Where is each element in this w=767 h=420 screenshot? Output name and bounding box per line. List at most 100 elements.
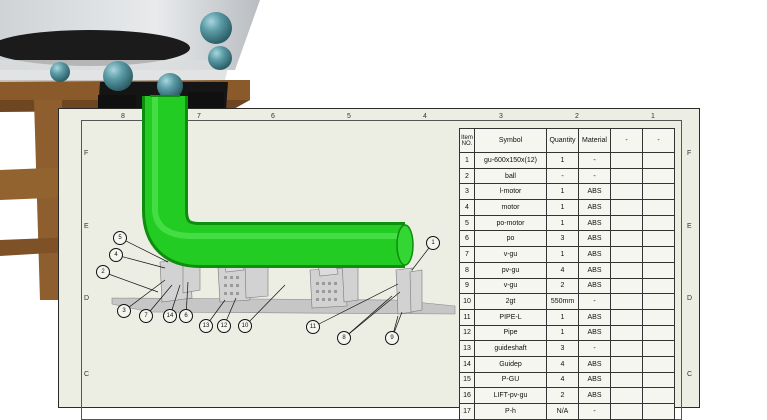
table-row[interactable]: 8 pv-gu 4 ABS [459,261,675,279]
table-row[interactable]: 13 guideshaft 3- [459,340,675,357]
bom-material: ABS [578,246,611,263]
bom-quantity: 2 [546,277,579,295]
table-row[interactable]: 10 2gt 550mm - [459,293,675,310]
balloon-callout[interactable]: 14 [163,309,177,323]
bom-blank [642,293,675,310]
bom-blank [610,277,643,295]
bom-blank [642,261,675,279]
table-row[interactable]: 14 Guidep 4 ABS [459,355,675,373]
bom-blank [642,152,675,169]
table-row[interactable]: 2 ball - - [459,167,675,185]
table-row[interactable]: 6 po 3 ABS [459,230,675,248]
bom-material: - [578,403,611,420]
bom-material: ABS [578,261,611,279]
table-row[interactable]: 9 v-gu 2 ABS [459,277,675,295]
bom-blank [642,183,675,201]
bom-quantity: 550mm [546,293,579,310]
bom-item-number: 9 [459,277,475,295]
bom-quantity: 1 [546,183,579,201]
bom-symbol: P-h [474,403,547,420]
bom-header-material: Material [578,128,611,153]
table-row[interactable]: 15 P-GU 4 ABS [459,371,675,389]
zone-label-top: 6 [271,113,275,120]
bom-blank [610,167,643,185]
bom-blank [610,371,643,389]
bom-item-number: 12 [459,324,475,342]
bom-symbol: P-GU [474,371,547,389]
bom-blank [642,324,675,342]
balloon-callout[interactable]: 13 [199,319,213,333]
bom-symbol: v-gu [474,246,547,263]
bom-material: - [578,167,611,185]
balloon-callout[interactable]: 7 [139,309,153,323]
balloon-callout[interactable]: 6 [179,309,193,323]
balloon-callout[interactable]: 3 [117,304,131,318]
bom-header-quantity: Quantity [546,128,579,153]
bom-material: ABS [578,230,611,248]
bom-blank [610,230,643,248]
bom-symbol: l-motor [474,183,547,201]
cad-viewport[interactable]: 8 7 6 5 4 3 2 1 F E D C F E D C Item NO.… [0,0,767,420]
zone-label-top: 7 [197,113,201,120]
balloon-callout[interactable]: 11 [306,320,320,334]
balloon-callout[interactable]: 9 [385,331,399,345]
table-row[interactable]: 7 v-gu 1 ABS [459,246,675,263]
bom-material: - [578,293,611,310]
bom-material: ABS [578,355,611,373]
bom-header-item: Item NO. [459,128,475,153]
bom-material: ABS [578,214,611,232]
bom-item-number: 14 [459,355,475,373]
table-row[interactable]: 1 gu-600x150x(12) 1- [459,152,675,169]
table-row[interactable]: 17 P-h N/A - [459,403,675,420]
balloon-callout[interactable]: 8 [337,331,351,345]
bom-blank [642,199,675,216]
bom-blank [610,214,643,232]
bom-blank [610,340,643,357]
bom-blank [610,246,643,263]
zone-label-side: E [84,223,89,230]
table-row[interactable]: 16 LIFT-pv-gu 2 ABS [459,387,675,404]
drawing-sheet[interactable]: 8 7 6 5 4 3 2 1 F E D C F E D C Item NO.… [58,108,700,420]
balloon-callout[interactable]: 12 [217,319,231,333]
bom-blank [642,355,675,373]
bom-item-number: 6 [459,230,475,248]
bom-header-symbol: Symbol [474,128,547,153]
bom-item-number: 3 [459,183,475,201]
balloon-callout[interactable]: 4 [109,248,123,262]
bom-symbol: po-motor [474,214,547,232]
bom-blank [610,355,643,373]
table-row[interactable]: 4 motor 1 ABS [459,199,675,216]
bom-blank [642,277,675,295]
bom-symbol: ball [474,167,547,185]
bom-item-number: 8 [459,261,475,279]
bom-item-number: 11 [459,308,475,326]
bom-blank [610,199,643,216]
balloon-callout[interactable]: 5 [113,231,127,245]
bom-symbol: pv-gu [474,261,547,279]
bom-header-blank: - [610,128,643,153]
bom-blank [610,293,643,310]
bom-item-number: 7 [459,246,475,263]
bom-blank [610,387,643,404]
table-row[interactable]: 11 PIPE-L 1 ABS [459,308,675,326]
bom-material: ABS [578,308,611,326]
balloon-callout[interactable]: 2 [96,265,110,279]
table-row[interactable]: 3 l-motor 1 ABS [459,183,675,201]
bom-quantity: 1 [546,199,579,216]
balloon-callout[interactable]: 1 [426,236,440,250]
bom-material: ABS [578,371,611,389]
bom-symbol: po [474,230,547,248]
bill-of-materials-table[interactable]: Item NO. Symbol Quantity Material - - 1g… [459,128,675,420]
balloon-callout[interactable]: 10 [238,319,252,333]
bom-blank [610,261,643,279]
bom-blank [642,340,675,357]
zone-label-top: 5 [347,113,351,120]
bom-header-row: Item NO. Symbol Quantity Material - - [459,128,675,153]
bom-item-number: 4 [459,199,475,216]
bom-quantity: 1 [546,214,579,232]
bom-quantity: 1 [546,152,579,169]
bom-quantity: 3 [546,230,579,248]
bom-blank [642,230,675,248]
table-row[interactable]: 5 po-motor 1 ABS [459,214,675,232]
table-row[interactable]: 12 Pipe 1 ABS [459,324,675,342]
